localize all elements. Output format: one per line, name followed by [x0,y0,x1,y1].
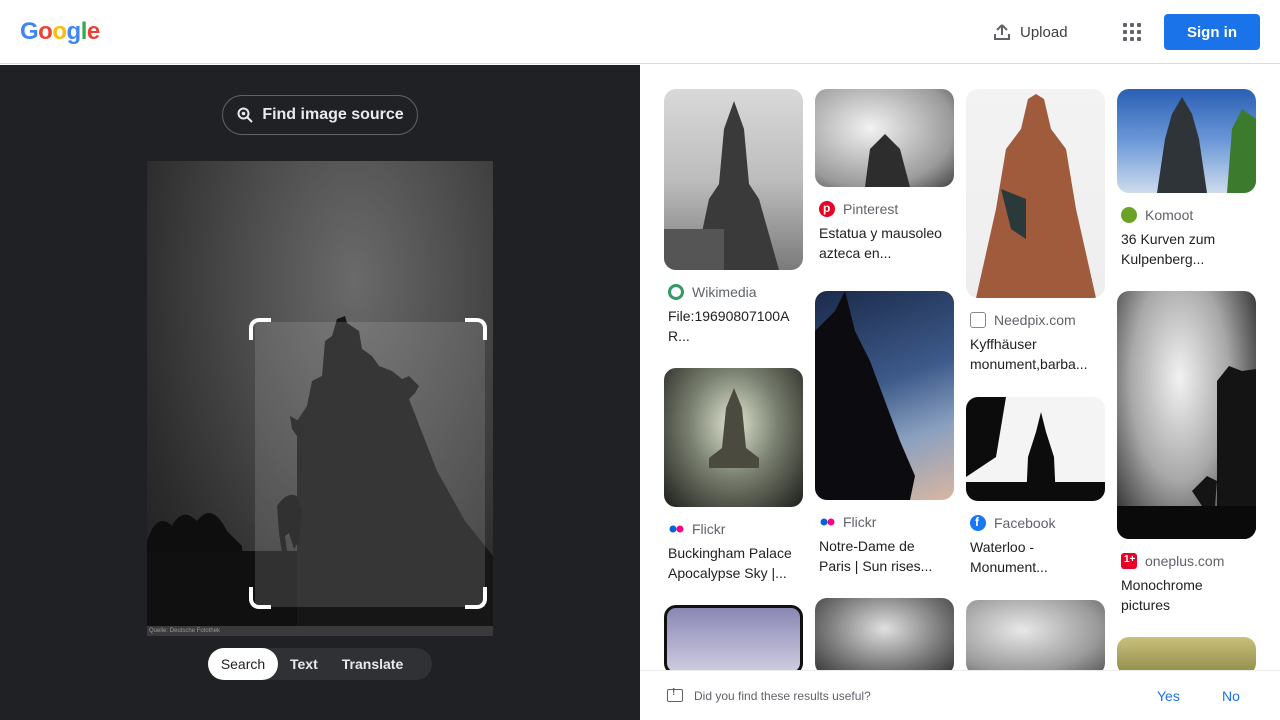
result-title: Monochrome [1121,577,1203,593]
result-thumbnail[interactable] [664,605,803,670]
result-source: oneplus.com [1145,553,1225,569]
sign-in-button[interactable]: Sign in [1164,14,1260,50]
result-source: Flickr [692,521,726,537]
result-thumbnail[interactable] [664,89,803,270]
facebook-icon: f [970,515,986,531]
feedback-icon [667,687,683,702]
result-title: Kulpenberg... [1121,251,1205,267]
crop-handle-bottom-left[interactable] [249,587,271,609]
result-card[interactable]: Komoot 36 Kurven zum Kulpenberg... [1117,89,1256,269]
result-title: monument,barba... [970,356,1088,372]
result-thumbnail[interactable] [966,397,1105,501]
find-image-source-button[interactable]: Find image source [222,95,418,135]
wikimedia-icon [668,284,684,300]
result-thumbnail[interactable] [664,368,803,507]
result-source: Wikimedia [692,284,757,300]
feedback-no-button[interactable]: No [1222,688,1240,704]
logo-letter: o [38,18,53,45]
komoot-icon [1121,207,1137,223]
result-title: Waterloo - [970,539,1035,555]
feedback-bar: Did you find these results useful? Yes N… [640,670,1280,720]
result-title: Kyffhäuser [970,336,1037,352]
result-source: Pinterest [843,201,899,217]
mode-search[interactable]: Search [208,648,278,680]
needpix-icon [970,312,986,328]
result-card[interactable] [815,598,954,670]
result-title: Apocalypse Sky |... [668,565,787,581]
feedback-yes-button[interactable]: Yes [1157,688,1180,704]
result-thumbnail[interactable] [815,598,954,670]
oneplus-icon: 1+ [1121,553,1137,569]
result-title: Estatua y mausoleo [819,225,942,241]
flickr-icon [819,514,835,530]
result-card[interactable] [664,605,803,670]
result-thumbnail[interactable] [1117,89,1256,193]
flickr-icon [668,521,684,537]
lens-panel: Find image source Quelle: Deutsche Fotot… [0,65,640,720]
result-card[interactable]: Wikimedia File:19690807100A R... [664,89,803,346]
result-title: Monument... [970,559,1048,575]
result-card[interactable]: p Pinterest Estatua y mausoleo azteca en..… [815,89,954,263]
result-source: Flickr [843,514,877,530]
result-card[interactable]: 1+ oneplus.com Monochrome pictures [1117,291,1256,615]
result-source: Facebook [994,515,1056,531]
result-title: Buckingham Palace [668,545,792,561]
result-title: 36 Kurven zum [1121,231,1216,247]
visual-matches: Wikimedia File:19690807100A R... Flickr B… [640,65,1280,670]
result-source: Komoot [1145,207,1194,223]
result-card[interactable] [966,600,1105,670]
crop-handle-top-right[interactable] [465,318,487,340]
lens-search-icon [237,107,254,123]
result-title: File:19690807100A [668,308,790,324]
result-card[interactable]: Flickr Buckingham Palace Apocalypse Sky |… [664,368,803,583]
logo-letter: G [20,18,39,45]
find-image-source-label: Find image source [262,106,404,123]
mode-text[interactable]: Text [278,648,330,680]
result-title: R... [668,328,690,344]
upload-label: Upload [1020,23,1068,41]
result-thumbnail[interactable] [966,89,1105,298]
result-thumbnail[interactable] [966,600,1105,670]
query-image: Quelle: Deutsche Fotothek [147,161,493,636]
result-title: Notre-Dame de [819,538,915,554]
result-thumbnail[interactable] [1117,291,1256,539]
result-title: Paris | Sun rises... [819,558,933,574]
result-thumbnail[interactable] [815,89,954,187]
google-logo[interactable]: Google [20,18,100,46]
result-card[interactable]: Needpix.com Kyffhäuser monument,barba... [966,89,1105,374]
logo-letter: g [66,18,82,45]
result-title: azteca en... [819,245,892,261]
upload-button[interactable]: Upload [992,18,1068,46]
crop-selection[interactable] [255,322,485,607]
result-thumbnail[interactable] [815,291,954,500]
image-caption: Quelle: Deutsche Fotothek [147,626,493,636]
result-card[interactable]: Flickr Notre-Dame de Paris | Sun rises... [815,291,954,576]
feedback-question: Did you find these results useful? [694,689,871,703]
logo-letter: e [86,18,100,45]
result-source: Needpix.com [994,312,1076,328]
pinterest-icon: p [819,201,835,217]
header: Google Upload Sign in [0,0,1280,64]
crop-handle-bottom-right[interactable] [465,587,487,609]
apps-grid-icon[interactable] [1118,18,1146,46]
upload-icon [994,24,1010,40]
result-card[interactable]: f Facebook Waterloo - Monument... [966,397,1105,577]
result-thumbnail[interactable] [1117,637,1256,670]
lens-mode-switch: Search Text Translate [208,648,432,680]
result-card[interactable] [1117,637,1256,670]
logo-letter: o [52,18,67,45]
crop-handle-top-left[interactable] [249,318,271,340]
result-title: pictures [1121,597,1171,613]
mode-translate[interactable]: Translate [330,648,415,680]
